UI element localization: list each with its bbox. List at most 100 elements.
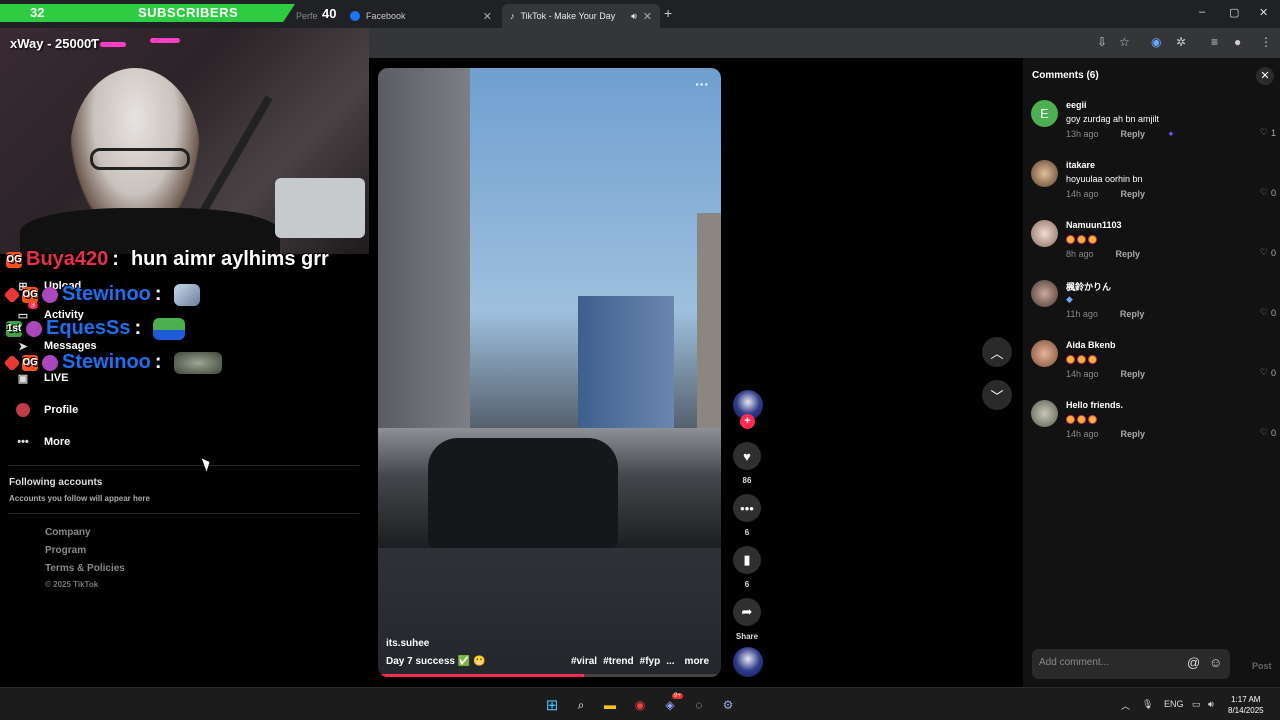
network-icon[interactable]: ▭ — [1192, 699, 1201, 710]
comment-username[interactable]: eegii — [1066, 100, 1087, 110]
steam-icon[interactable]: ⚙ — [719, 696, 737, 714]
system-clock[interactable]: 1:17 AM 8/14/2025 — [1228, 694, 1264, 716]
comment-like[interactable]: ♡ 0 — [1260, 307, 1276, 318]
next-video-button[interactable]: ﹀ — [982, 380, 1012, 410]
comment-action[interactable]: ••• 6 — [733, 494, 761, 537]
share-action[interactable]: ➦ Share — [733, 598, 761, 641]
comment-like[interactable]: ♡ 0 — [1260, 367, 1276, 378]
reply-button[interactable]: Reply — [1121, 129, 1146, 140]
music-disc-avatar[interactable] — [733, 647, 763, 677]
chat-colon: : — [134, 317, 142, 339]
tab-facebook[interactable]: Facebook ✕ — [342, 4, 500, 28]
new-tab-button[interactable]: + — [664, 5, 672, 21]
comment-input[interactable] — [1039, 657, 1179, 668]
heart-outline-icon[interactable]: ♡ — [1260, 247, 1268, 258]
heart-outline-icon[interactable]: ♡ — [1260, 127, 1268, 138]
minimize-button[interactable]: – — [1199, 6, 1205, 18]
like-action[interactable]: ♥ 86 — [733, 442, 761, 485]
comment-avatar[interactable] — [1031, 340, 1058, 367]
sidebar-item-more[interactable]: ••• More — [16, 435, 70, 449]
extensions-puzzle-icon[interactable]: ✲ — [1176, 35, 1186, 49]
bookmark-star-icon[interactable]: ☆ — [1119, 35, 1130, 49]
comment-like[interactable]: ♡ 0 — [1260, 247, 1276, 258]
footer-link-program[interactable]: Program — [45, 545, 86, 556]
profile-avatar-icon[interactable]: ● — [1234, 35, 1241, 49]
more-link[interactable]: more — [685, 656, 709, 667]
bookmark-icon[interactable]: ▮ — [733, 546, 761, 574]
comment-like[interactable]: ♡ 1 — [1260, 127, 1276, 138]
emoji-picker-icon[interactable]: ☺ — [1209, 655, 1222, 670]
comment-item: itakare hoyuulaa oorhin bn 14h ago Reply … — [1031, 158, 1276, 214]
close-window-button[interactable]: ✕ — [1259, 6, 1268, 19]
tab-facebook-label: Facebook — [366, 11, 406, 21]
video-progress-bar[interactable] — [378, 674, 721, 677]
comment-avatar[interactable]: E — [1031, 100, 1058, 127]
volume-icon[interactable]: 🔊︎ — [1208, 699, 1214, 710]
mention-icon[interactable]: @ — [1187, 655, 1200, 670]
og-badge-icon: OG — [22, 354, 38, 371]
windows-start-icon[interactable]: ⊞ — [543, 696, 561, 714]
heart-outline-icon[interactable]: ♡ — [1260, 187, 1268, 198]
previous-video-button[interactable]: ︿ — [982, 337, 1012, 367]
obs-icon[interactable]: ◌ — [690, 696, 708, 714]
search-icon[interactable]: ⌕ — [572, 696, 590, 714]
video-username[interactable]: its.suhee — [386, 638, 429, 649]
reply-button[interactable]: Reply — [1121, 429, 1146, 439]
audio-playing-icon[interactable]: 🔊︎ — [631, 11, 637, 22]
comment-like[interactable]: ♡ 0 — [1260, 187, 1276, 198]
comment-like[interactable]: ♡ 0 — [1260, 427, 1276, 438]
reply-button[interactable]: Reply — [1121, 189, 1146, 199]
comment-username[interactable]: itakare — [1066, 160, 1095, 170]
tab-hidden-label: Perfe — [296, 11, 318, 21]
divider — [9, 513, 359, 514]
comment-username[interactable]: 楓鈴かりん — [1066, 280, 1111, 293]
heart-outline-icon[interactable]: ♡ — [1260, 367, 1268, 378]
share-arrow-icon[interactable]: ➦ — [733, 598, 761, 626]
clock-date: 8/14/2025 — [1228, 706, 1264, 715]
heart-icon[interactable]: ♥ — [733, 442, 761, 470]
hashtag[interactable]: #fyp — [640, 656, 661, 667]
comment-username[interactable]: Hello friends. — [1066, 400, 1123, 410]
comment-username[interactable]: Namuun1103 — [1066, 220, 1122, 230]
video-player[interactable]: ··· its.suhee Day 7 success ✅ 😬 #viral #… — [378, 68, 721, 677]
tray-chevron-icon[interactable]: ︿ — [1121, 699, 1130, 712]
reply-button[interactable]: Reply — [1121, 369, 1146, 379]
video-tags: #viral #trend #fyp ... more — [571, 656, 709, 667]
comment-avatar[interactable] — [1031, 400, 1058, 427]
post-comment-button[interactable]: Post — [1252, 661, 1272, 671]
reply-button[interactable]: Reply — [1120, 309, 1145, 319]
close-comments-button[interactable]: ✕ — [1256, 67, 1274, 85]
heart-outline-icon[interactable]: ♡ — [1260, 427, 1268, 438]
install-app-icon[interactable]: ⇩ — [1097, 35, 1107, 49]
comment-avatar[interactable] — [1031, 280, 1058, 307]
comment-avatar[interactable] — [1031, 160, 1058, 187]
heart-outline-icon[interactable]: ♡ — [1260, 307, 1268, 318]
sidebar-item-profile[interactable]: Profile — [16, 403, 78, 417]
tab-hidden[interactable]: Perfe — [288, 4, 326, 28]
save-action[interactable]: ▮ 6 — [733, 546, 761, 589]
close-tab-icon[interactable]: ✕ — [643, 10, 652, 23]
hashtag[interactable]: #viral — [571, 656, 597, 667]
comment-item: E eegii goy zurdag ah bn amjilt 13h ago R… — [1031, 98, 1276, 154]
file-explorer-icon[interactable]: ▬ — [601, 696, 619, 714]
chrome-icon[interactable]: ◉ — [631, 696, 649, 714]
tab-search-icon[interactable]: ≡ — [1211, 35, 1218, 49]
mic-icon[interactable]: 🎙︎ — [1142, 699, 1153, 710]
follow-plus-button[interactable]: + — [740, 414, 755, 429]
extension-active-icon[interactable]: ◉ — [1151, 35, 1161, 49]
comment-avatar[interactable] — [1031, 220, 1058, 247]
tab-tiktok[interactable]: ♪ TikTok - Make Your Day 🔊︎ ✕ — [502, 4, 660, 28]
close-tab-icon[interactable]: ✕ — [483, 10, 492, 23]
language-indicator[interactable]: ENG — [1164, 699, 1184, 709]
browser-menu-icon[interactable]: ⋮ — [1260, 35, 1272, 49]
reply-button[interactable]: Reply — [1116, 249, 1141, 259]
comment-emojis — [1066, 414, 1099, 425]
footer-link-company[interactable]: Company — [45, 527, 91, 538]
comment-bubble-icon[interactable]: ••• — [733, 494, 761, 522]
comment-input-box[interactable]: @ ☺ — [1032, 649, 1230, 679]
more-options-icon[interactable]: ··· — [695, 76, 709, 92]
comment-username[interactable]: Aida Bkenb — [1066, 340, 1116, 350]
maximize-button[interactable]: ▢ — [1229, 6, 1239, 19]
footer-link-terms[interactable]: Terms & Policies — [45, 563, 125, 574]
hashtag[interactable]: #trend — [603, 656, 634, 667]
